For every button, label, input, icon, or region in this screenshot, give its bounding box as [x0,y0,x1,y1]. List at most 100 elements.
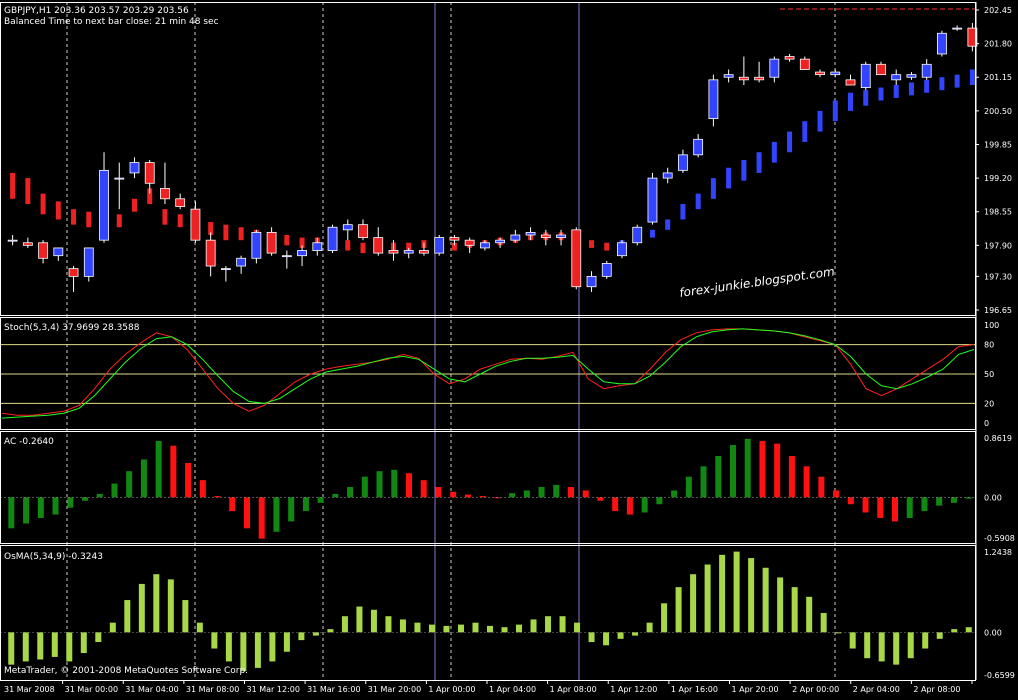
osma-bar [356,606,363,633]
copyright-footer: MetaTrader, © 2001-2008 MetaQuotes Softw… [4,666,248,676]
ac-bar [391,469,398,498]
stoch-tick-label: 20 [984,399,994,408]
osma-bar [617,632,624,639]
osma-bar [22,632,29,662]
ac-tick-label: -0.5908 [984,534,1015,543]
ac-bar [170,445,177,498]
candle-body [617,242,627,257]
osma-bar [820,612,827,633]
ac-bar [111,483,118,498]
osma-bar [385,616,392,633]
stoch-tick-label: 50 [984,370,994,379]
time-tick-label: 2 Apr 00:00 [792,685,839,694]
osma-bar [864,632,871,659]
stoch-tick-label: 80 [984,341,994,350]
candle-body [388,250,399,254]
ac-bar [450,491,457,498]
symbol-info: GBPJPY,H1 203.36 203.57 203.29 203.56 [4,6,189,16]
osma-bar [791,587,798,633]
ac-bar [877,497,884,518]
price-tick-label: 201.80 [984,40,1012,49]
candle-body [906,74,917,78]
ac-bar [361,476,368,498]
osma-bar [922,632,929,649]
osma-bar [545,616,552,633]
osma-bar [66,632,73,662]
time-tick-label: 31 Mar 12:00 [247,685,300,694]
ac-bar [332,493,339,498]
candle-body [373,237,384,254]
candle-body [83,247,94,277]
osma-bar [936,632,943,639]
ac-bar [67,497,74,508]
ac-bar [8,497,15,529]
osma-bar [719,554,726,633]
ac-bar [420,480,427,498]
candle-body [220,268,231,271]
price-tick-label: 199.20 [984,174,1012,183]
osma-bar [153,574,160,633]
candle-body [860,63,871,88]
time-tick-label: 2 Apr 04:00 [853,685,900,694]
candle-body [952,27,963,30]
candle-body [845,79,856,86]
ac-bar [641,497,648,513]
candle-body [205,239,216,267]
osma-bar [951,629,958,633]
time-tick-label: 31 Mar 04:00 [125,685,178,694]
candle-body [434,237,445,254]
osma-bar [762,567,769,633]
price-tick-label: 199.85 [984,140,1012,149]
watermark: forex-junkie.blogspot.com [678,264,835,300]
candle-body [251,232,262,259]
ac-bar [509,493,516,498]
candle-body [449,237,460,241]
bar-timer: Balanced Time to next bar close: 21 min … [4,17,219,27]
osma-bar [428,624,435,633]
candle-body [891,74,902,81]
axes-layer: 202.45 201.80 201.15 200.50 199.85 199.20 198.… [0,2,1015,694]
mt4-chart-window[interactable]: 202.45 201.80 201.15 200.50 199.85 199.20 198.… [0,0,1018,696]
osma-bar [443,625,450,633]
price-tick-label: 200.50 [984,107,1012,116]
osma-bar [341,616,348,633]
time-tick-label: 31 Mar 00:00 [65,685,118,694]
candle-body [175,198,186,207]
ac-bar [185,462,192,498]
ac-bar [155,440,162,498]
ac-bar [730,445,736,498]
candle-body [662,172,673,179]
osma-bar [80,632,87,654]
ac-bar [52,497,59,515]
ac-bar [818,476,825,498]
ac-bar [936,497,943,506]
candle-body [190,208,201,241]
candle-body [678,154,688,171]
osma-bar [530,619,537,633]
ac-bar [582,490,589,498]
osma-bar [849,632,856,649]
ac-bar [788,456,795,498]
candle-body [556,234,566,238]
ac-bar [553,484,560,498]
ac-title: AC -0.2640 [4,437,54,447]
stochastic-pane [0,328,976,419]
ac-bar [140,459,147,498]
osma-bar [487,625,493,633]
ac-bar [523,490,530,498]
candle-body [769,58,780,78]
osma-tick-label: 1.2438 [984,548,1012,557]
candle-body [540,234,551,238]
ac-bar [700,466,707,498]
candle-body [601,263,612,277]
chart-canvas[interactable]: 202.45 201.80 201.15 200.50 199.85 199.20 198.… [0,0,1018,696]
osma-bar [138,583,145,633]
time-tick-label: 1 Apr 00:00 [428,685,475,694]
osma-bar [312,632,319,636]
osma-bar [167,579,174,633]
candle-body [525,232,536,236]
ac-bar [376,471,383,498]
osma-title: OsMA(5,34,9) -0.3243 [4,552,103,562]
candle-body [236,257,247,267]
price-tick-label: 198.55 [984,208,1012,217]
